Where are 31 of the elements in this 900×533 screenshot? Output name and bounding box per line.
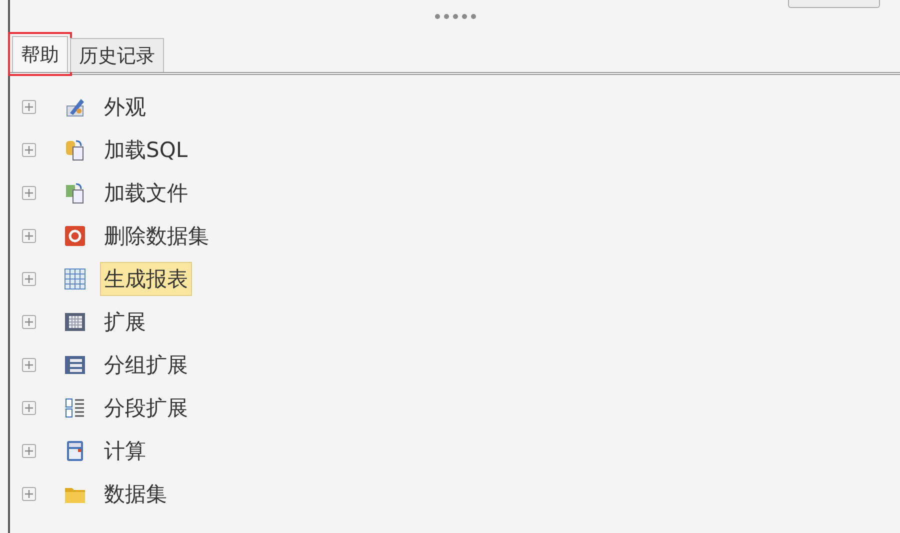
tab[interactable]: 历史记录 — [70, 38, 164, 72]
expand-icon[interactable] — [22, 100, 36, 114]
documents-icon — [64, 182, 86, 204]
tree-item[interactable]: 加载SQL — [100, 133, 192, 167]
expand-icon[interactable] — [22, 272, 36, 286]
drag-handle[interactable] — [434, 14, 476, 18]
tree-item[interactable]: 外观 — [100, 90, 150, 124]
tree-item[interactable]: 数据集 — [100, 477, 171, 511]
database-document-icon — [64, 139, 86, 161]
calculator-icon — [64, 440, 86, 462]
list-icon — [64, 354, 86, 376]
grid-icon — [64, 268, 86, 290]
expand-icon[interactable] — [22, 315, 36, 329]
expand-icon[interactable] — [22, 229, 36, 243]
expand-icon[interactable] — [22, 444, 36, 458]
tree-item[interactable]: 计算 — [100, 434, 150, 468]
segmented-list-icon — [64, 397, 86, 419]
delete-icon — [64, 225, 86, 247]
expand-icon[interactable] — [22, 143, 36, 157]
tree-item[interactable]: 加载文件 — [100, 176, 192, 210]
expand-icon[interactable] — [22, 401, 36, 415]
tree-item[interactable]: 分段扩展 — [100, 391, 192, 425]
table-icon — [64, 311, 86, 333]
tree-item[interactable]: 删除数据集 — [100, 219, 213, 253]
tree-item[interactable]: 生成报表 — [100, 262, 192, 296]
expand-icon[interactable] — [22, 358, 36, 372]
expand-icon[interactable] — [22, 487, 36, 501]
expand-icon[interactable] — [22, 186, 36, 200]
tree-item[interactable]: 扩展 — [100, 305, 150, 339]
pen-picture-icon — [64, 96, 86, 118]
tree-item[interactable]: 分组扩展 — [100, 348, 192, 382]
